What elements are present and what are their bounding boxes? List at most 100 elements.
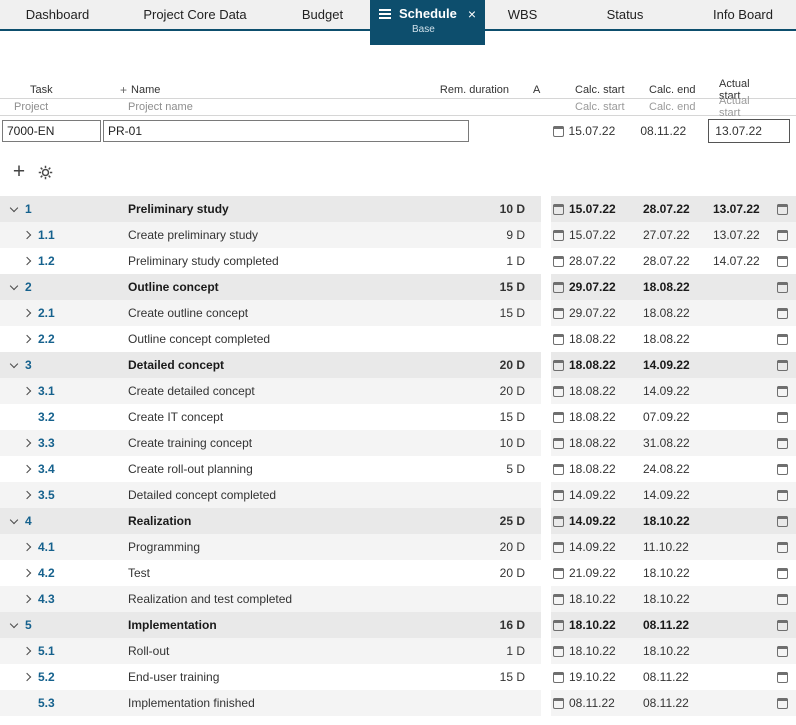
calendar-icon[interactable] — [553, 619, 564, 631]
calendar-icon[interactable] — [553, 281, 564, 293]
tab-budget[interactable]: Budget — [275, 0, 370, 29]
task-name[interactable]: Create preliminary study — [120, 228, 455, 242]
task-calc-end[interactable]: 18.10.22 — [643, 644, 713, 658]
calendar-icon[interactable] — [553, 307, 564, 319]
calendar-icon[interactable] — [776, 333, 788, 345]
calendar-icon[interactable] — [776, 281, 788, 293]
task-rem-duration[interactable]: 15 D — [455, 306, 525, 320]
calendar-icon[interactable] — [776, 645, 788, 657]
calendar-icon[interactable] — [776, 385, 788, 397]
task-calc-start[interactable]: 21.09.22 — [569, 566, 643, 580]
calendar-icon[interactable] — [776, 671, 788, 683]
chevron-right-icon[interactable] — [22, 568, 32, 578]
task-row-2[interactable]: 2 Outline concept 15 D 29.07.22 18.08.22 — [0, 274, 796, 300]
task-number[interactable]: 4.2 — [38, 566, 55, 580]
chevron-right-icon[interactable] — [22, 464, 32, 474]
chevron-right-icon[interactable] — [22, 334, 32, 344]
task-row-3.3[interactable]: 3.3 Create training concept 10 D 18.08.22 31… — [0, 430, 796, 456]
task-calc-end[interactable]: 18.10.22 — [643, 566, 713, 580]
task-calc-end[interactable]: 18.10.22 — [643, 592, 713, 606]
task-calc-start[interactable]: 18.08.22 — [569, 436, 643, 450]
task-number[interactable]: 1.1 — [38, 228, 55, 242]
task-name[interactable]: Preliminary study completed — [120, 254, 455, 268]
task-name[interactable]: Test — [120, 566, 455, 580]
task-number[interactable]: 4.1 — [38, 540, 55, 554]
task-rem-duration[interactable]: 15 D — [455, 670, 525, 684]
chevron-right-icon[interactable] — [22, 646, 32, 656]
task-number[interactable]: 3.2 — [38, 410, 55, 424]
task-name[interactable]: Implementation finished — [120, 696, 455, 710]
calendar-icon[interactable] — [776, 255, 788, 267]
calendar-icon[interactable] — [776, 593, 788, 605]
task-row-3.2[interactable]: 3.2 Create IT concept 15 D 18.08.22 07.09.22 — [0, 404, 796, 430]
calendar-icon[interactable] — [553, 515, 564, 527]
task-number[interactable]: 3.4 — [38, 462, 55, 476]
calendar-icon[interactable] — [776, 203, 788, 215]
task-calc-end[interactable]: 31.08.22 — [643, 436, 713, 450]
calendar-icon[interactable] — [553, 203, 564, 215]
settings-button[interactable] — [38, 165, 53, 180]
task-calc-end[interactable]: 18.08.22 — [643, 332, 713, 346]
calendar-icon[interactable] — [776, 229, 788, 241]
task-row-3.4[interactable]: 3.4 Create roll-out planning 5 D 18.08.22 24… — [0, 456, 796, 482]
task-calc-start[interactable]: 29.07.22 — [569, 280, 643, 294]
task-calc-start[interactable]: 19.10.22 — [569, 670, 643, 684]
tab-project-core-data[interactable]: Project Core Data — [115, 0, 275, 29]
task-name[interactable]: Realization and test completed — [120, 592, 455, 606]
calendar-icon[interactable] — [776, 307, 788, 319]
task-calc-start[interactable]: 15.07.22 — [569, 228, 643, 242]
task-name[interactable]: Create roll-out planning — [120, 462, 455, 476]
task-row-5.1[interactable]: 5.1 Roll-out 1 D 18.10.22 18.10.22 — [0, 638, 796, 664]
chevron-down-icon[interactable] — [9, 359, 19, 369]
task-calc-end[interactable]: 28.07.22 — [643, 254, 713, 268]
task-number[interactable]: 2.1 — [38, 306, 55, 320]
task-name[interactable]: Preliminary study — [120, 202, 455, 216]
calendar-icon[interactable] — [553, 541, 564, 553]
chevron-down-icon[interactable] — [9, 281, 19, 291]
task-number[interactable]: 5.3 — [38, 696, 55, 710]
calendar-icon[interactable] — [553, 463, 564, 475]
task-actual-start[interactable]: 13.07.22 — [713, 202, 773, 216]
task-calc-start[interactable]: 14.09.22 — [569, 540, 643, 554]
task-calc-end[interactable]: 14.09.22 — [643, 488, 713, 502]
task-row-1[interactable]: 1 Preliminary study 10 D 15.07.22 28.07.22 13… — [0, 196, 796, 222]
task-number[interactable]: 1 — [25, 202, 32, 216]
chevron-right-icon[interactable] — [22, 672, 32, 682]
task-row-4.1[interactable]: 4.1 Programming 20 D 14.09.22 11.10.22 — [0, 534, 796, 560]
task-name[interactable]: Detailed concept — [120, 358, 455, 372]
task-calc-start[interactable]: 18.10.22 — [569, 618, 643, 632]
calendar-icon[interactable] — [776, 515, 788, 527]
task-calc-end[interactable]: 11.10.22 — [643, 540, 713, 554]
task-number[interactable]: 5.2 — [38, 670, 55, 684]
chevron-right-icon[interactable] — [22, 490, 32, 500]
task-rem-duration[interactable]: 15 D — [455, 280, 525, 294]
calendar-icon[interactable] — [776, 619, 788, 631]
project-calc-end[interactable]: 08.11.22 — [640, 124, 708, 138]
calendar-icon[interactable] — [553, 593, 564, 605]
task-calc-end[interactable]: 27.07.22 — [643, 228, 713, 242]
task-row-5.3[interactable]: 5.3 Implementation finished 08.11.22 08.11.… — [0, 690, 796, 716]
project-name-input[interactable] — [103, 120, 469, 142]
task-calc-start[interactable]: 18.08.22 — [569, 332, 643, 346]
task-number[interactable]: 3.5 — [38, 488, 55, 502]
task-calc-start[interactable]: 29.07.22 — [569, 306, 643, 320]
chevron-right-icon[interactable] — [22, 230, 32, 240]
task-name[interactable]: Create detailed concept — [120, 384, 455, 398]
task-calc-start[interactable]: 18.10.22 — [569, 644, 643, 658]
task-name[interactable]: Implementation — [120, 618, 455, 632]
calendar-icon[interactable] — [776, 489, 788, 501]
task-rem-duration[interactable]: 1 D — [455, 644, 525, 658]
chevron-right-icon[interactable] — [22, 256, 32, 266]
calendar-icon[interactable] — [776, 697, 788, 709]
calendar-icon[interactable] — [553, 645, 564, 657]
calendar-icon[interactable] — [776, 437, 788, 449]
calendar-icon[interactable] — [776, 463, 788, 475]
tab-schedule[interactable]: Schedule × Base — [370, 0, 485, 45]
calendar-icon[interactable] — [776, 567, 788, 579]
task-name[interactable]: End-user training — [120, 670, 455, 684]
calendar-icon[interactable] — [553, 255, 564, 267]
task-number[interactable]: 4 — [25, 514, 32, 528]
tab-dashboard[interactable]: Dashboard — [0, 0, 115, 29]
task-rem-duration[interactable]: 20 D — [455, 566, 525, 580]
task-row-1.2[interactable]: 1.2 Preliminary study completed 1 D 28.07.2… — [0, 248, 796, 274]
